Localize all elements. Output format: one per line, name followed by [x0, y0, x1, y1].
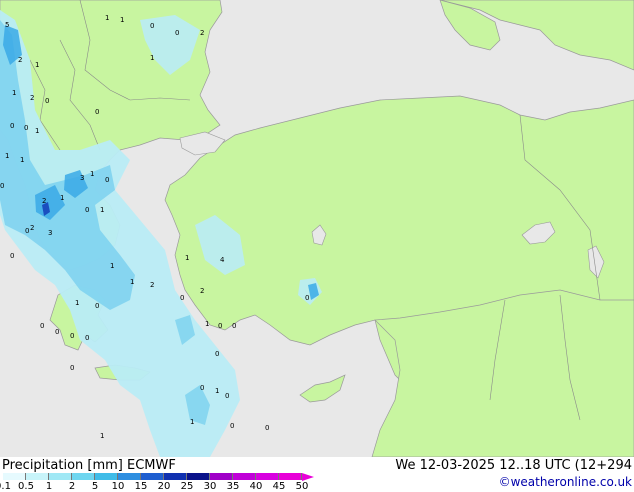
legend-swatch [256, 473, 279, 480]
precip-value-label: 2 [30, 94, 34, 102]
legend-tick-label: 0.1 [0, 481, 11, 492]
legend-tick-label: 5 [91, 481, 99, 492]
precip-value-label: 1 [20, 156, 24, 164]
precip-value-label: 1 [150, 54, 154, 62]
precip-value-label: 0 [85, 206, 89, 214]
precip-value-label: 0 [232, 322, 236, 330]
precip-value-label: 0 [230, 422, 234, 430]
legend-swatch [187, 473, 210, 480]
precip-value-label: 0 [180, 294, 184, 302]
precip-value-label: 0 [225, 392, 229, 400]
precip-value-label: 0 [0, 182, 4, 190]
legend-tick-label: 30 [203, 481, 217, 492]
precip-value-label: 2 [30, 224, 34, 232]
map-title: Precipitation [mm] ECMWF [2, 458, 176, 473]
precip-value-label: 0 [24, 124, 28, 132]
precip-value-label: 1 [35, 127, 39, 135]
precip-value-label: 1 [60, 194, 64, 202]
precip-value-label: 0 [105, 176, 109, 184]
precip-value-label: 1 [190, 418, 194, 426]
precip-value-label: 1 [110, 262, 114, 270]
precip-value-label: 1 [5, 152, 9, 160]
precip-value-label: 2 [18, 56, 22, 64]
precip-value-label: 0 [25, 227, 29, 235]
legend-tick-label: 40 [249, 481, 263, 492]
precip-value-label: 1 [90, 170, 94, 178]
precip-value-label: 1 [205, 320, 209, 328]
legend-tick-label: 0.5 [18, 481, 34, 492]
precip-value-label: 0 [40, 322, 44, 330]
legend-swatch [164, 473, 187, 480]
legend-swatch [26, 473, 49, 480]
precip-value-label: 0 [95, 108, 99, 116]
legend-swatch [49, 473, 72, 480]
legend-tick-label: 15 [134, 481, 148, 492]
precip-value-label: 0 [215, 350, 219, 358]
legend-swatch [210, 473, 233, 480]
legend-tick-label: 35 [226, 481, 240, 492]
precipitation-map: 5110210212010001112120331010412121100010… [0, 0, 634, 458]
precip-value-label: 1 [35, 61, 39, 69]
precip-value-label: 0 [85, 334, 89, 342]
precip-value-label: 2 [150, 281, 154, 289]
forecast-datetime: We 12-03-2025 12..18 UTC (12+294 [395, 458, 632, 473]
precip-value-label: 2 [200, 287, 204, 295]
precip-value-label: 1 [185, 254, 189, 262]
precip-value-label: 0 [150, 22, 154, 30]
precip-value-label: 1 [105, 14, 109, 22]
legend-swatch [279, 473, 302, 480]
precip-value-label: 0 [175, 29, 179, 37]
precip-value-label: 0 [45, 97, 49, 105]
precip-value-label: 1 [100, 432, 104, 440]
legend-swatch [233, 473, 256, 480]
legend-tick-label: 2 [68, 481, 76, 492]
precip-value-label: 1 [120, 16, 124, 24]
precip-value-label: 0 [70, 332, 74, 340]
precip-value-label: 2 [200, 29, 204, 37]
legend-swatch [141, 473, 164, 480]
precip-value-label: 4 [220, 256, 225, 264]
precip-value-label: 1 [100, 206, 104, 214]
legend-tick-label: 50 [295, 481, 309, 492]
precip-value-label: 3 [48, 229, 52, 237]
precip-value-label: 0 [218, 322, 222, 330]
precip-value-label: 5 [5, 21, 9, 29]
legend-swatch [3, 473, 26, 480]
legend-swatch [118, 473, 141, 480]
precip-value-label: 1 [12, 89, 16, 97]
legend-tick-label: 25 [180, 481, 194, 492]
legend-tick-label: 10 [111, 481, 125, 492]
precip-value-label: 0 [200, 384, 204, 392]
precip-value-label: 0 [305, 294, 309, 302]
legend-tick-label: 45 [272, 481, 286, 492]
precip-value-label: 1 [215, 387, 219, 395]
legend-swatch [95, 473, 118, 480]
legend-tick-label: 20 [157, 481, 171, 492]
map-canvas: 51 10210 212 0100 0 11 12 120 33 10104121 211 00 010… [0, 0, 634, 458]
precip-value-label: 3 [80, 174, 84, 182]
legend-arrow [302, 473, 314, 481]
precip-value-label: 0 [10, 252, 14, 260]
legend-tick-label: 1 [45, 481, 53, 492]
map-footer: Precipitation [mm] ECMWF We 12-03-2025 1… [0, 457, 634, 492]
precip-value-label: 1 [130, 278, 134, 286]
precip-value-label: 0 [265, 424, 269, 432]
precip-value-label: 0 [95, 302, 99, 310]
precip-value-label: 0 [55, 328, 59, 336]
precip-value-label: 2 [42, 197, 46, 205]
precip-value-label: 1 [75, 299, 79, 307]
precip-value-label: 0 [70, 364, 74, 372]
precip-value-label: 0 [10, 122, 14, 130]
source-credit-link[interactable]: ©weatheronline.co.uk [499, 475, 632, 489]
legend-swatch [72, 473, 95, 480]
